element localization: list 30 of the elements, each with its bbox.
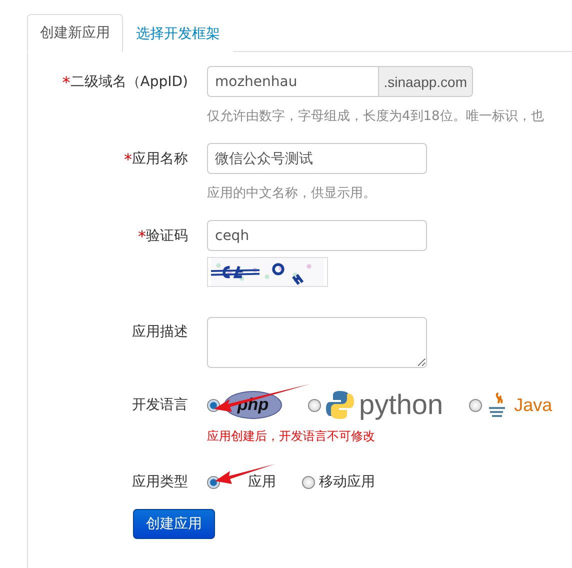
field-label: 应用类型 [132, 473, 188, 492]
field-label: 二级域名（AppID) [70, 73, 188, 92]
radio-button[interactable] [207, 476, 220, 488]
warning-text: 应用创建后，开发语言不可修改 [207, 428, 375, 445]
field-label: 开发语言 [132, 396, 188, 415]
radio-button[interactable] [469, 398, 482, 412]
radio-button[interactable] [308, 398, 321, 412]
radio-button[interactable] [302, 476, 315, 488]
required-asterisk: * [62, 73, 70, 94]
required-asterisk: * [138, 227, 146, 248]
field-label: 应用名称 [132, 150, 188, 169]
captcha-field[interactable]: ceqh [207, 220, 427, 251]
python-logo-icon [325, 390, 355, 420]
java-wordmark: Java [514, 394, 552, 416]
field-label: 应用描述 [132, 323, 188, 342]
required-asterisk: * [124, 150, 132, 171]
help-text: 仅允许由数字，字母组成，长度为4到18位。唯一标识，也 [207, 108, 544, 125]
field-label: 验证码 [146, 227, 188, 246]
create-app-button[interactable]: 创建应用 [133, 509, 215, 539]
help-text: 应用的中文名称，供显示用。 [207, 185, 376, 202]
text-field[interactable]: 微信公众号测试 [207, 143, 427, 174]
python-wordmark: python [359, 389, 444, 421]
appid-field[interactable]: mozhenhau [207, 66, 378, 97]
annotation-arrow [213, 462, 277, 486]
radio-label: 移动应用 [319, 473, 375, 491]
tab[interactable]: 创建新应用 [27, 14, 123, 52]
description-field[interactable] [207, 317, 427, 368]
radio-label: 应用 [248, 473, 276, 491]
radio-button[interactable] [207, 398, 220, 412]
domain-suffix: .sinaapp.com [378, 66, 473, 97]
